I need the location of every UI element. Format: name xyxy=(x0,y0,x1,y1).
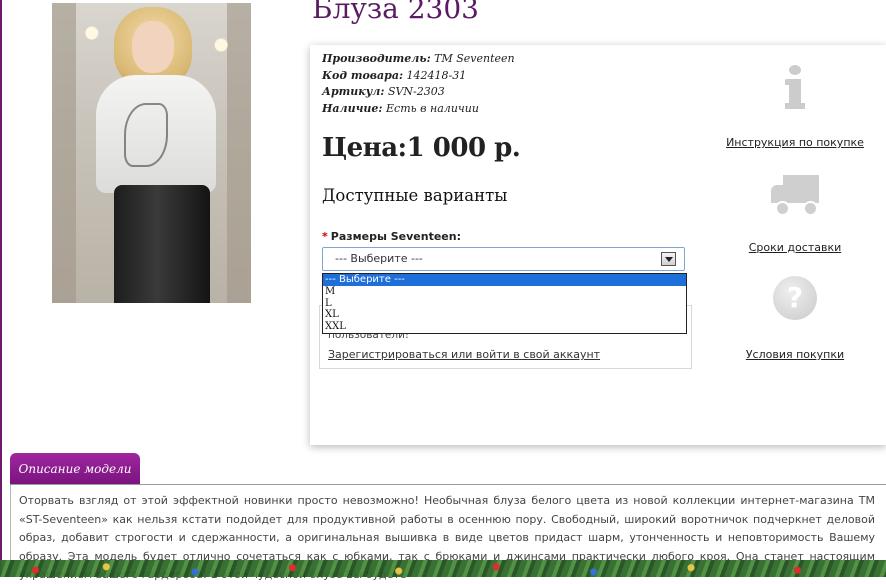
side-item-instructions-label[interactable]: Инструкция по покупке xyxy=(720,136,870,149)
size-option[interactable]: XL xyxy=(323,309,686,321)
tab-description[interactable]: Описание модели xyxy=(10,453,140,485)
size-dropdown-list: --- Выберите --- M L XL XXL xyxy=(322,273,687,334)
side-item-conditions[interactable]: ? Условия покупки xyxy=(720,276,870,361)
size-option[interactable]: M xyxy=(323,286,686,298)
size-option[interactable]: L xyxy=(323,298,686,310)
christmas-garland-decoration xyxy=(0,560,886,577)
left-edge-strip xyxy=(0,0,2,577)
product-photo[interactable] xyxy=(52,3,251,303)
info-icon[interactable] xyxy=(785,65,805,109)
meta-article: Артикул: SVN-2303 xyxy=(322,85,445,98)
size-option[interactable]: --- Выберите --- xyxy=(323,274,686,286)
variants-title: Доступные варианты xyxy=(322,186,508,205)
side-item-instructions[interactable]: Инструкция по покупке xyxy=(720,65,870,149)
question-icon[interactable]: ? xyxy=(773,276,817,320)
meta-product-code: Код товара: 142418-31 xyxy=(322,68,467,82)
side-item-delivery-label[interactable]: Сроки доставки xyxy=(720,241,870,254)
product-meta: Производитель: ТМ Seventeen Код товара: … xyxy=(322,51,515,117)
product-price: Цена:1 000 р. xyxy=(322,133,521,163)
side-item-delivery[interactable]: Сроки доставки xyxy=(720,175,870,254)
chevron-down-icon[interactable] xyxy=(661,252,676,266)
size-select[interactable]: --- Выберите --- xyxy=(322,247,685,271)
size-label: * Размеры Seventeen: xyxy=(322,230,461,243)
required-mark: * xyxy=(322,230,328,243)
meta-manufacturer: Производитель: ТМ Seventeen xyxy=(322,52,515,65)
truck-icon[interactable] xyxy=(771,175,819,216)
meta-availability: Наличие: Есть в наличии xyxy=(322,101,479,115)
login-link[interactable]: Зарегистрироваться или войти в свой акка… xyxy=(328,348,600,361)
size-select-value: --- Выберите --- xyxy=(335,252,423,265)
product-title: Блуза 2303 xyxy=(312,0,479,25)
size-option[interactable]: XXL xyxy=(323,321,686,333)
side-item-conditions-label[interactable]: Условия покупки xyxy=(720,348,870,361)
